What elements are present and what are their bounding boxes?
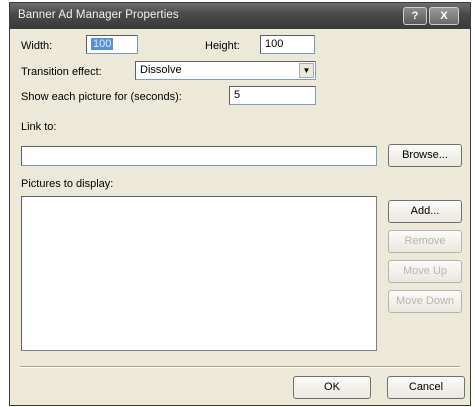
title-bar[interactable]: Banner Ad Manager Properties ? X [10,3,470,29]
show-each-value: 5 [234,89,241,101]
transition-dropdown[interactable]: Dissolve ▼ [135,61,316,80]
width-label: Width: [21,40,53,52]
width-input[interactable]: 100 [86,35,138,54]
move-up-button[interactable]: Move Up [388,260,462,283]
remove-button[interactable]: Remove [388,230,462,253]
transition-selected: Dissolve [140,64,182,76]
chevron-down-icon[interactable]: ▼ [299,63,314,78]
footer-separator [20,366,460,368]
link-input[interactable] [21,146,377,166]
cancel-button[interactable]: Cancel [387,376,465,399]
help-icon[interactable]: ? [403,7,427,25]
close-icon[interactable]: X [429,7,459,25]
pictures-label: Pictures to display: [21,178,114,190]
link-label: Link to: [21,121,57,133]
height-value: 100 [265,38,284,50]
show-each-label: Show each picture for (seconds): [21,91,182,103]
dialog-window: Banner Ad Manager Properties ? X Width: … [9,2,471,406]
ok-button[interactable]: OK [293,376,371,399]
height-input[interactable]: 100 [260,35,315,54]
show-each-input[interactable]: 5 [229,86,316,105]
pictures-listbox[interactable] [21,196,377,351]
width-value: 100 [91,38,114,50]
add-button[interactable]: Add... [388,200,462,223]
height-label: Height: [205,40,240,52]
window-title: Banner Ad Manager Properties [18,9,179,21]
transition-label: Transition effect: [21,66,102,78]
move-down-button[interactable]: Move Down [388,290,462,313]
browse-button[interactable]: Browse... [388,144,462,167]
